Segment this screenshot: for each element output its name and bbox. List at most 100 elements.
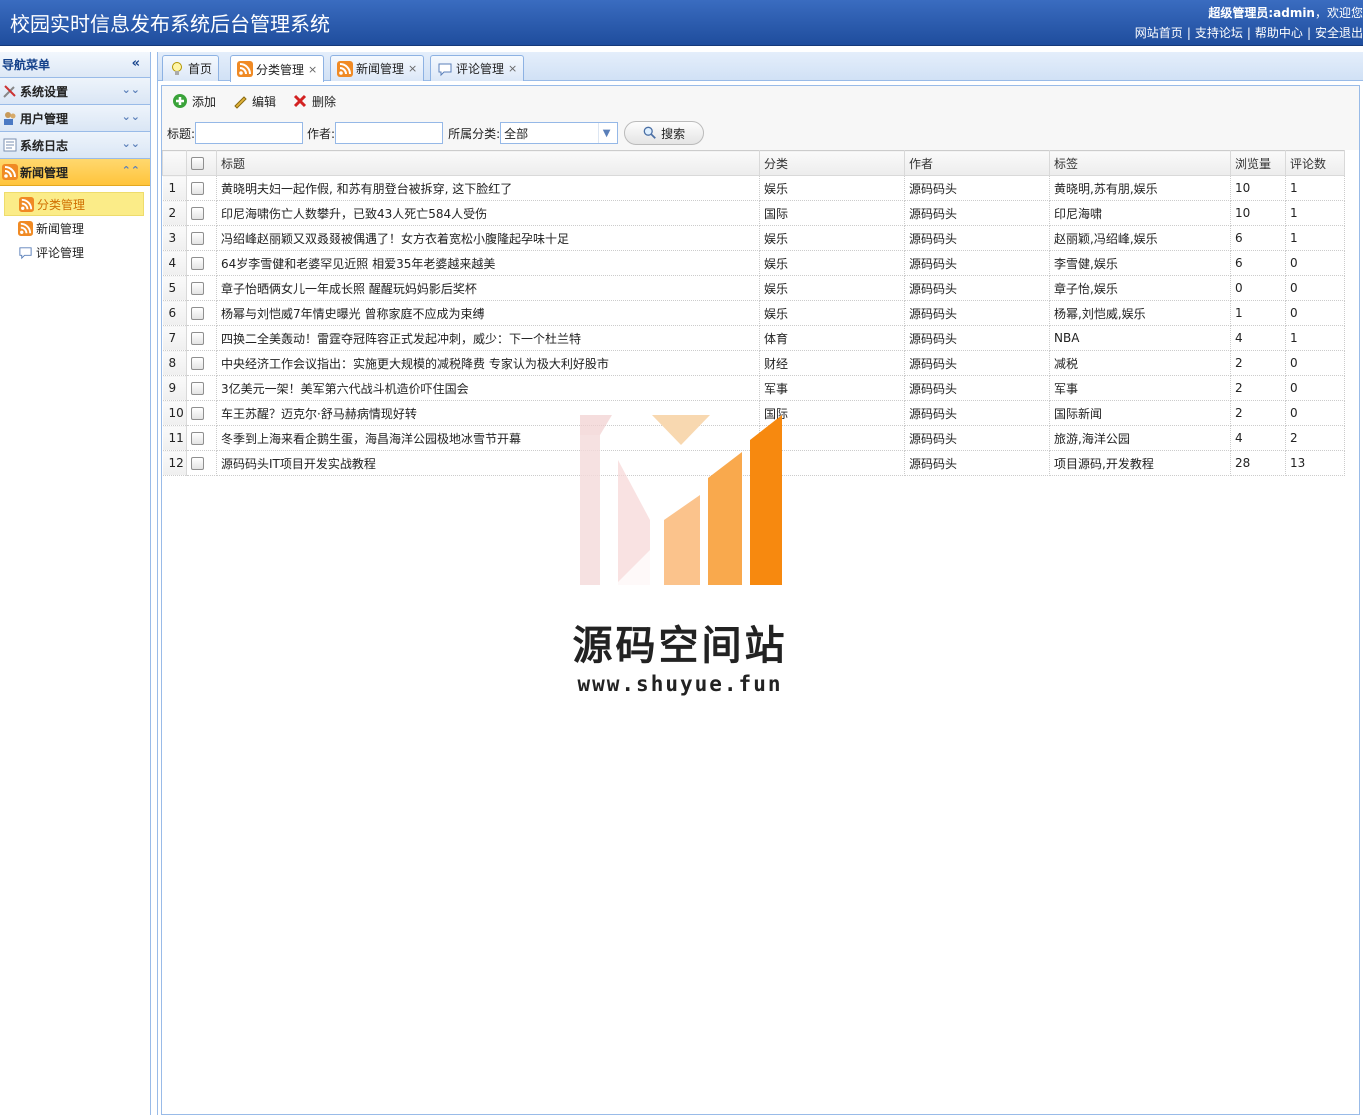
app-header: 校园实时信息发布系统后台管理系统 超级管理员:admin，欢迎您 网站首页 | 支持…: [0, 0, 1363, 46]
row-checkbox[interactable]: [186, 325, 217, 351]
edit-button[interactable]: 编辑: [232, 93, 276, 110]
cell-author: 源码码头: [904, 250, 1050, 276]
author-search-input[interactable]: [335, 122, 444, 144]
row-checkbox[interactable]: [186, 425, 217, 451]
cell-views: 10: [1230, 200, 1286, 226]
delete-button[interactable]: 删除: [292, 93, 336, 110]
chevron-down-icon: ▼: [598, 123, 614, 143]
sidebar-section-news[interactable]: 新闻管理 ⌃⌃: [0, 159, 150, 186]
cell-views: 1: [1230, 300, 1286, 326]
cell-tags: 军事: [1049, 375, 1231, 401]
row-checkbox[interactable]: [186, 200, 217, 226]
tree-item-label: 新闻管理: [36, 221, 85, 236]
table-body: 1 黄晓明夫妇一起作假, 和苏有朋登台被拆穿, 这下脸红了 娱乐 源码码头 黄晓明,苏有…: [162, 175, 1345, 476]
cell-author: 源码码头: [904, 375, 1050, 401]
title-search-input[interactable]: [195, 122, 304, 144]
cell-author: 源码码头: [904, 350, 1050, 376]
tab-comments[interactable]: 评论管理 ×: [430, 55, 525, 81]
section-label: 系统日志: [20, 138, 69, 153]
table-row[interactable]: 4 64岁李雪健和老婆罕见近照 相爱35年老婆越来越美 娱乐 源码码头 李雪健,娱乐 6 0: [162, 250, 1345, 276]
table-row[interactable]: 6 杨幂与刘恺威7年情史曝光 曾称家庭不应成为束缚 娱乐 源码码头 杨幂,刘恺威,娱乐 1…: [162, 300, 1345, 326]
column-header-tags[interactable]: 标签: [1049, 150, 1231, 176]
cell-tags: 旅游,海洋公园: [1049, 425, 1231, 451]
table-row[interactable]: 5 章子怡晒俩女儿一年成长照 醒醒玩妈妈影后奖杯 娱乐 源码码头 章子怡,娱乐 0 0: [162, 275, 1345, 301]
row-checkbox[interactable]: [186, 250, 217, 276]
cell-author: 源码码头: [904, 325, 1050, 351]
add-button[interactable]: 添加: [172, 93, 216, 110]
table-row[interactable]: 8 中央经济工作会议指出：实施更大规模的减税降费 专家认为极大利好股市 财经 源码码头…: [162, 350, 1345, 376]
link-home[interactable]: 网站首页: [1135, 26, 1183, 40]
cell-views: 2: [1230, 400, 1286, 426]
column-header-category[interactable]: 分类: [759, 150, 905, 176]
link-logout[interactable]: 安全退出: [1315, 26, 1363, 40]
sidebar-item-news[interactable]: 新闻管理: [0, 216, 150, 240]
cell-comments: 2: [1285, 425, 1345, 451]
cell-title: 中央经济工作会议指出：实施更大规模的减税降费 专家认为极大利好股市: [216, 350, 760, 376]
sidebar-section-logs[interactable]: 系统日志 ⌄⌄: [0, 132, 150, 159]
row-checkbox[interactable]: [186, 400, 217, 426]
row-checkbox[interactable]: [186, 175, 217, 201]
row-checkbox[interactable]: [186, 275, 217, 301]
table-row[interactable]: 7 四换二全美轰动！雷霆夺冠阵容正式发起冲刺，威少：下一个杜兰特 体育 源码码头 NBA…: [162, 325, 1345, 351]
sidebar-section-system[interactable]: 系统设置 ⌄⌄: [0, 78, 150, 105]
row-checkbox[interactable]: [186, 450, 217, 476]
cell-category: 娱乐: [759, 225, 905, 251]
table-row[interactable]: 10 车王苏醒？迈克尔·舒马赫病情现好转 国际 源码码头 国际新闻 2 0: [162, 400, 1345, 426]
row-checkbox[interactable]: [186, 300, 217, 326]
close-icon[interactable]: ×: [508, 62, 517, 75]
category-select[interactable]: 全部 ▼: [500, 122, 619, 144]
header-links: 网站首页 | 支持论坛 | 帮助中心 | 安全退出: [1134, 26, 1363, 40]
cell-views: 10: [1230, 175, 1286, 201]
link-help[interactable]: 帮助中心: [1255, 26, 1303, 40]
tab-category[interactable]: 分类管理 ×: [230, 55, 325, 82]
close-icon[interactable]: ×: [408, 62, 417, 75]
cell-tags: 项目源码,开发教程: [1049, 450, 1231, 476]
collapse-icon[interactable]: «: [132, 56, 140, 71]
tab-news[interactable]: 新闻管理 ×: [330, 55, 425, 81]
admin-name: 超级管理员:admin: [1208, 6, 1315, 20]
search-button[interactable]: 搜索: [624, 121, 705, 145]
row-number: 7: [162, 325, 187, 351]
cell-title: 印尼海啸伤亡人数攀升，已致43人死亡584人受伤: [216, 200, 760, 226]
close-icon[interactable]: ×: [308, 63, 317, 76]
welcome-text: 超级管理员:admin，欢迎您: [1208, 4, 1363, 21]
table-row[interactable]: 11 冬季到上海来看企鹅生蛋，海昌海洋公园极地冰雪节开幕 源码码头 旅游,海洋公园 4 2: [162, 425, 1345, 451]
tab-label: 分类管理: [256, 62, 305, 77]
sidebar-section-users[interactable]: 用户管理 ⌄⌄: [0, 105, 150, 132]
row-checkbox[interactable]: [186, 350, 217, 376]
cell-views: 2: [1230, 375, 1286, 401]
cell-tags: 国际新闻: [1049, 400, 1231, 426]
column-header-views[interactable]: 浏览量: [1230, 150, 1286, 176]
chevron-down-icon: ⌄⌄: [121, 137, 140, 150]
row-checkbox[interactable]: [186, 375, 217, 401]
table-row[interactable]: 1 黄晓明夫妇一起作假, 和苏有朋登台被拆穿, 这下脸红了 娱乐 源码码头 黄晓明,苏有…: [162, 175, 1345, 201]
row-number: 4: [162, 250, 187, 276]
sidebar-title-text: 导航菜单: [2, 58, 51, 72]
sidebar-item-comments[interactable]: 评论管理: [0, 240, 150, 264]
welcome-suffix: ，欢迎您: [1314, 6, 1363, 20]
column-header-title[interactable]: 标题: [216, 150, 760, 176]
cell-comments: 1: [1285, 175, 1345, 201]
cell-comments: 0: [1285, 250, 1345, 276]
row-number: 9: [162, 375, 187, 401]
link-forum[interactable]: 支持论坛: [1195, 26, 1243, 40]
cell-category: 娱乐: [759, 300, 905, 326]
table-row[interactable]: 2 印尼海啸伤亡人数攀升，已致43人死亡584人受伤 国际 源码码头 印尼海啸 10 1: [162, 200, 1345, 226]
column-header-comments[interactable]: 评论数: [1285, 150, 1345, 176]
edit-label: 编辑: [252, 94, 277, 109]
tab-label: 评论管理: [456, 62, 505, 76]
column-header-author[interactable]: 作者: [904, 150, 1050, 176]
row-number-header: [162, 150, 187, 176]
cell-tags: 杨幂,刘恺威,娱乐: [1049, 300, 1231, 326]
select-all-checkbox[interactable]: [186, 150, 217, 176]
cell-author: 源码码头: [904, 300, 1050, 326]
row-checkbox[interactable]: [186, 225, 217, 251]
cell-author: 源码码头: [904, 450, 1050, 476]
table-row[interactable]: 12 源码码头IT项目开发实战教程 源码码头 项目源码,开发教程 28 13: [162, 450, 1345, 476]
delete-label: 删除: [312, 94, 337, 109]
table-row[interactable]: 9 3亿美元一架！美军第六代战斗机造价吓住国会 军事 源码码头 军事 2 0: [162, 375, 1345, 401]
table-row[interactable]: 3 冯绍峰赵丽颖又双叒叕被偶遇了！女方衣着宽松小腹隆起孕味十足 娱乐 源码码头 赵丽颖,…: [162, 225, 1345, 251]
cell-category: 娱乐: [759, 175, 905, 201]
sidebar-item-category[interactable]: 分类管理: [4, 192, 144, 216]
tab-home[interactable]: 首页: [162, 55, 220, 81]
